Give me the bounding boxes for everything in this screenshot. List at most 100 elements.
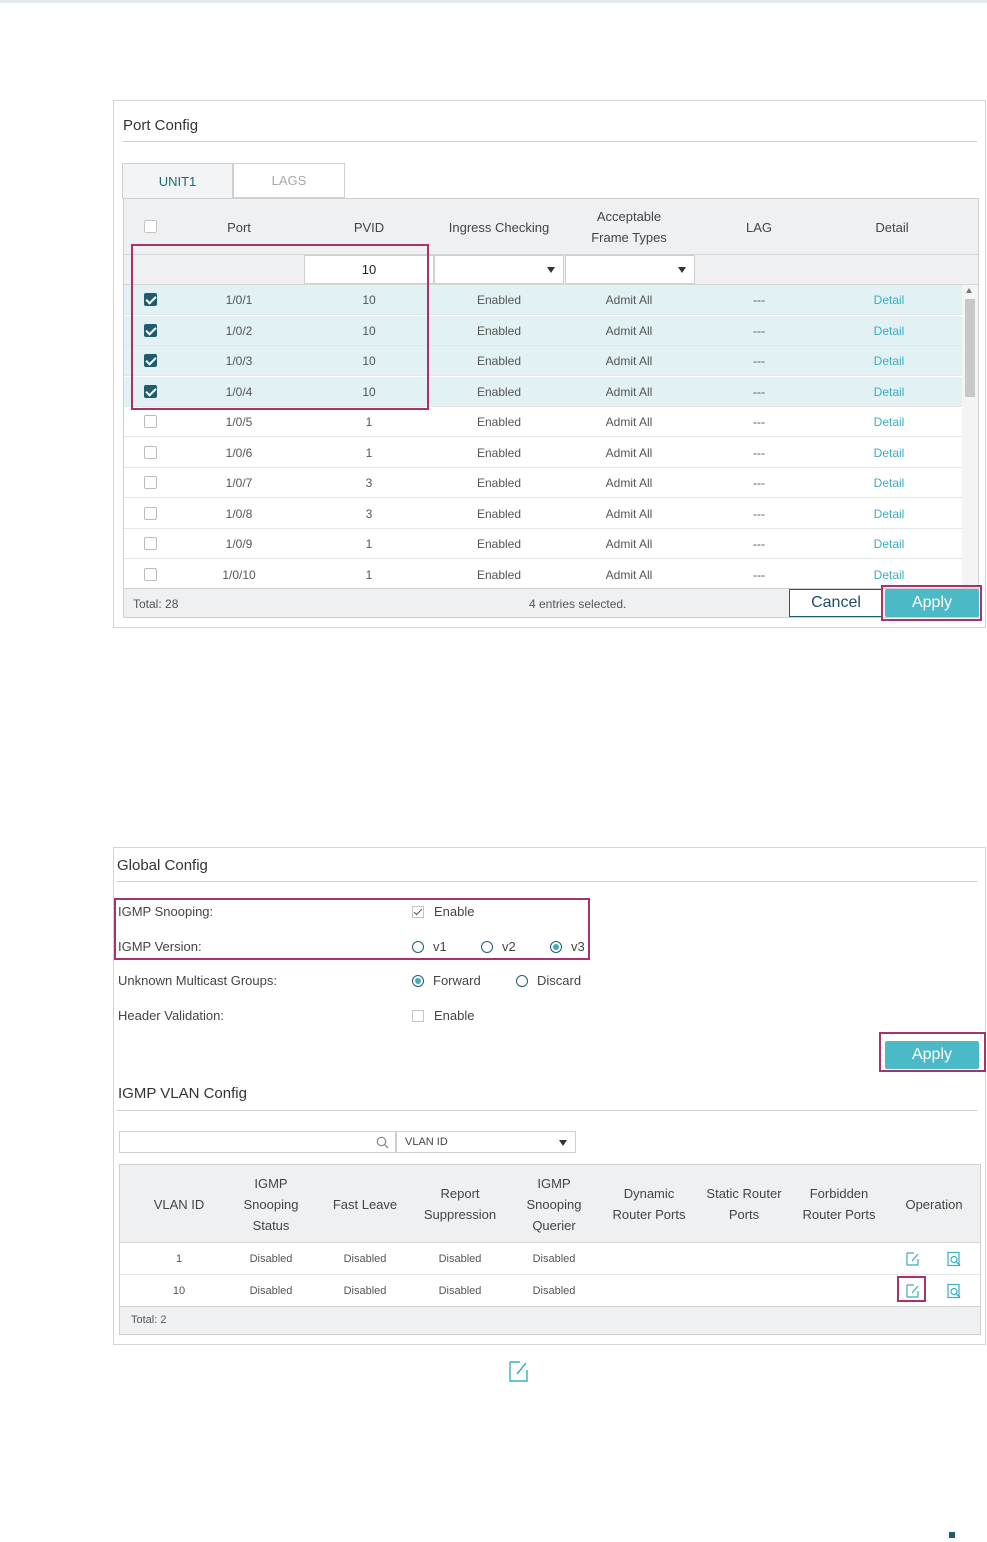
col-vlan-id[interactable]: VLAN ID bbox=[120, 1165, 238, 1243]
col-forbidden-router-ports[interactable]: Forbidden Router Ports bbox=[796, 1165, 882, 1243]
col-snooping-querier[interactable]: IGMP Snooping Querier bbox=[516, 1165, 592, 1243]
pvid-cell: 1 bbox=[365, 537, 373, 551]
igmp-vlan-table: VLAN ID IGMP Snooping Status Fast Leave … bbox=[119, 1164, 981, 1335]
table-row[interactable]: 1/0/1 10 Enabled Admit All --- Detail bbox=[124, 285, 964, 315]
col-dynamic-router-ports[interactable]: Dynamic Router Ports bbox=[606, 1165, 692, 1243]
report-suppression-cell: Disabled bbox=[438, 1285, 482, 1297]
global-config-divider bbox=[117, 881, 977, 882]
edit-icon[interactable] bbox=[905, 1251, 921, 1267]
total-count: Total: 28 bbox=[133, 597, 179, 611]
table-row[interactable]: 1/0/10 1 Enabled Admit All --- Detail bbox=[124, 560, 964, 590]
ingress-batch-select[interactable] bbox=[434, 255, 564, 284]
snooping-querier-cell: Disabled bbox=[532, 1285, 576, 1297]
detail-link[interactable]: Detail bbox=[824, 285, 954, 315]
row-checkbox[interactable] bbox=[144, 384, 157, 398]
view-detail-icon[interactable] bbox=[946, 1251, 962, 1267]
select-all-checkbox[interactable] bbox=[144, 220, 157, 233]
dropdown-caret-icon bbox=[678, 267, 686, 273]
table-row[interactable]: 1/0/6 1 Enabled Admit All --- Detail bbox=[124, 438, 964, 468]
frame-types-cell: Admit All bbox=[605, 537, 653, 551]
table-row[interactable]: 1/0/7 3 Enabled Admit All --- Detail bbox=[124, 468, 964, 498]
col-pvid[interactable]: PVID bbox=[304, 199, 434, 255]
search-input[interactable] bbox=[119, 1131, 396, 1153]
col-snooping-status[interactable]: IGMP Snooping Status bbox=[238, 1165, 304, 1243]
col-fast-leave[interactable]: Fast Leave bbox=[318, 1165, 412, 1243]
detail-link[interactable]: Detail bbox=[824, 377, 954, 407]
port-cell: 1/0/10 bbox=[222, 567, 256, 582]
cancel-button[interactable]: Cancel bbox=[789, 589, 883, 617]
igmp-vlan-table-header: VLAN ID IGMP Snooping Status Fast Leave … bbox=[120, 1165, 980, 1243]
search-icon[interactable] bbox=[376, 1136, 389, 1149]
pvid-batch-input[interactable]: 10 bbox=[304, 255, 434, 284]
radio-button[interactable] bbox=[516, 974, 528, 987]
radio-button[interactable] bbox=[481, 940, 493, 953]
igmp-snooping-checkbox[interactable] bbox=[412, 905, 424, 918]
table-row[interactable]: 1/0/4 10 Enabled Admit All --- Detail bbox=[124, 376, 964, 407]
table-row[interactable]: 1/0/2 10 Enabled Admit All --- Detail bbox=[124, 315, 964, 346]
col-ingress-checking[interactable]: Ingress Checking bbox=[434, 199, 564, 255]
discard-radio[interactable]: Discard bbox=[516, 973, 581, 988]
table-row[interactable]: 1/0/3 10 Enabled Admit All --- Detail bbox=[124, 346, 964, 376]
static-router-ports-cell bbox=[701, 1275, 787, 1307]
tab-unit1[interactable]: UNIT1 bbox=[122, 163, 233, 199]
search-field-select[interactable]: VLAN ID bbox=[396, 1131, 576, 1153]
port-apply-button[interactable]: Apply bbox=[885, 589, 979, 617]
pvid-cell: 10 bbox=[362, 354, 376, 368]
snooping-status-cell: Disabled bbox=[249, 1285, 293, 1297]
col-report-suppression[interactable]: Report Suppression bbox=[421, 1165, 499, 1243]
scroll-up-arrow-icon[interactable] bbox=[966, 288, 972, 293]
detail-link[interactable]: Detail bbox=[824, 316, 954, 346]
row-checkbox[interactable] bbox=[144, 567, 157, 581]
detail-link[interactable]: Detail bbox=[824, 468, 954, 498]
ingress-cell: Enabled bbox=[476, 293, 522, 307]
radio-button[interactable] bbox=[412, 940, 424, 953]
col-port[interactable]: Port bbox=[174, 199, 304, 255]
igmp-version-v2-radio[interactable]: v2 bbox=[481, 939, 516, 954]
view-detail-icon[interactable] bbox=[946, 1283, 962, 1299]
col-lag[interactable]: LAG bbox=[694, 199, 824, 255]
lag-cell: --- bbox=[753, 415, 765, 429]
igmp-snooping-enable-option[interactable]: Enable bbox=[412, 904, 474, 919]
row-checkbox[interactable] bbox=[144, 323, 157, 337]
radio-button[interactable] bbox=[412, 974, 424, 987]
table-row[interactable]: 1/0/8 3 Enabled Admit All --- Detail bbox=[124, 499, 964, 529]
col-static-router-ports[interactable]: Static Router Ports bbox=[701, 1165, 787, 1243]
row-checkbox[interactable] bbox=[144, 506, 157, 520]
frame-types-cell: Admit All bbox=[605, 293, 653, 307]
tab-lags[interactable]: LAGS bbox=[233, 163, 345, 198]
detail-link[interactable]: Detail bbox=[824, 438, 954, 468]
radio-button[interactable] bbox=[550, 940, 562, 953]
table-row[interactable]: 1/0/5 1 Enabled Admit All --- Detail bbox=[124, 407, 964, 437]
ingress-cell: Enabled bbox=[476, 445, 522, 460]
pvid-cell: 10 bbox=[362, 384, 376, 399]
forward-radio[interactable]: Forward bbox=[412, 973, 481, 988]
scroll-thumb[interactable] bbox=[965, 299, 975, 397]
header-validation-checkbox[interactable] bbox=[412, 1009, 424, 1022]
col-detail[interactable]: Detail bbox=[824, 199, 960, 255]
col-acceptable-frame-types[interactable]: Acceptable Frame Types bbox=[564, 199, 694, 255]
detail-link[interactable]: Detail bbox=[824, 499, 954, 529]
detail-link[interactable]: Detail bbox=[824, 529, 954, 559]
table-row[interactable]: 1/0/9 1 Enabled Admit All --- Detail bbox=[124, 529, 964, 559]
table-row[interactable]: 1 Disabled Disabled Disabled Disabled bbox=[120, 1243, 980, 1275]
header-validation-enable-option[interactable]: Enable bbox=[412, 1008, 474, 1023]
detail-link[interactable]: Detail bbox=[824, 346, 954, 376]
table-scrollbar[interactable] bbox=[962, 285, 978, 616]
row-checkbox[interactable] bbox=[144, 293, 157, 306]
pvid-cell: 3 bbox=[365, 476, 373, 490]
frame-types-batch-select[interactable] bbox=[565, 255, 695, 284]
igmp-version-v3-radio[interactable]: v3 bbox=[550, 939, 585, 954]
table-row[interactable]: 10 Disabled Disabled Disabled Disabled bbox=[120, 1275, 980, 1307]
edit-icon[interactable] bbox=[905, 1283, 921, 1299]
detail-link[interactable]: Detail bbox=[824, 560, 954, 590]
row-checkbox[interactable] bbox=[144, 415, 157, 428]
igmp-version-v1-radio[interactable]: v1 bbox=[412, 939, 447, 954]
row-checkbox[interactable] bbox=[144, 354, 157, 367]
detail-link[interactable]: Detail bbox=[824, 407, 954, 437]
global-apply-button[interactable]: Apply bbox=[885, 1041, 979, 1069]
lag-cell: --- bbox=[753, 293, 765, 307]
row-checkbox[interactable] bbox=[144, 445, 157, 459]
row-checkbox[interactable] bbox=[144, 476, 157, 489]
row-checkbox[interactable] bbox=[144, 537, 157, 550]
unknown-multicast-label: Unknown Multicast Groups: bbox=[118, 973, 277, 988]
